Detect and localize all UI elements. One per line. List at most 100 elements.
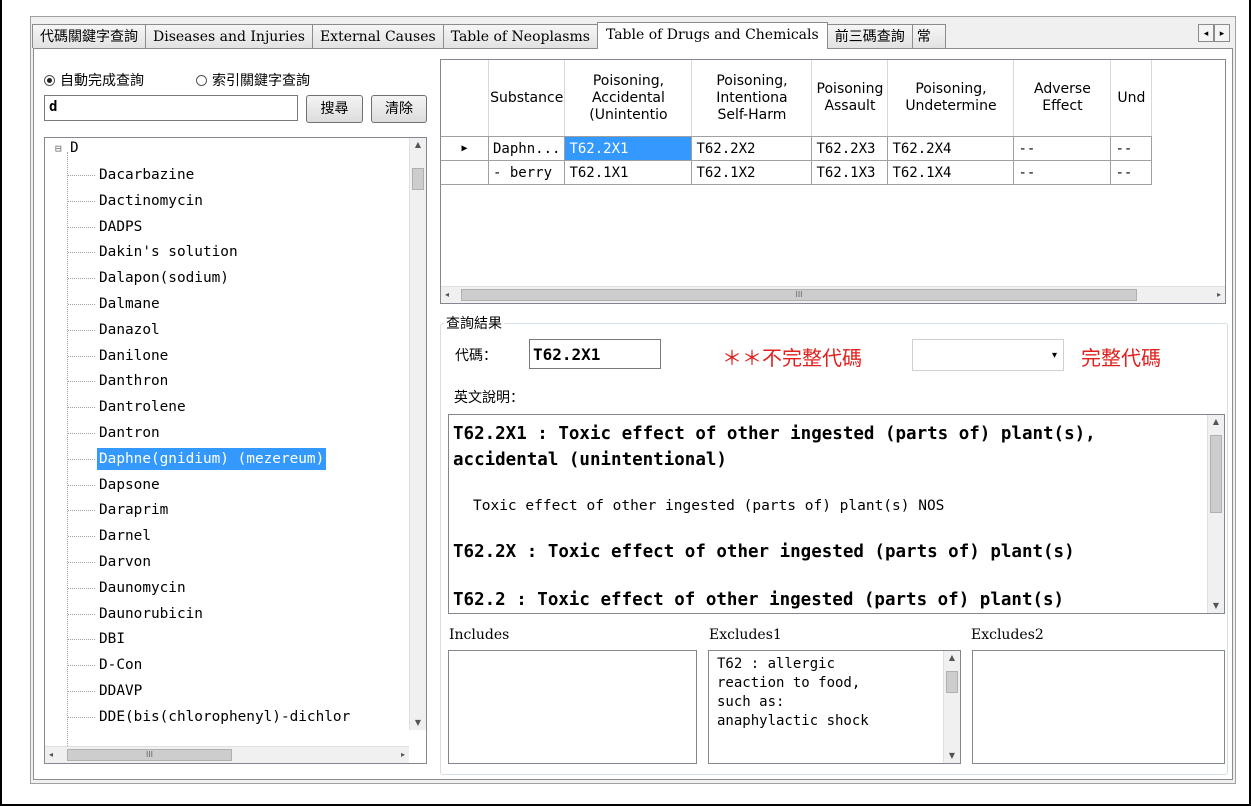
tree-vertical-scrollbar[interactable]: ▲ ▼ xyxy=(409,138,426,730)
tree-item[interactable]: Dacarbazine xyxy=(97,164,196,186)
tree-item[interactable]: Darnel xyxy=(97,525,153,547)
tree-branch-line xyxy=(68,355,95,357)
tree-item[interactable]: Daphne(gnidium) (mezereum) xyxy=(97,447,327,470)
tree-item[interactable]: DADPS xyxy=(97,216,144,238)
row-indicator-icon[interactable] xyxy=(441,160,489,185)
english-description-box[interactable]: T62.2X1 : Toxic effect of other ingested… xyxy=(448,414,1225,614)
excludes1-scroll-down-icon[interactable]: ▼ xyxy=(944,749,960,763)
code-input[interactable]: T62.2X1 xyxy=(529,339,661,369)
excludes1-text: T62 : allergic reaction to food, such as… xyxy=(717,656,869,729)
grid-cell[interactable]: -- xyxy=(1110,160,1153,185)
column-header-underdosing[interactable]: Und xyxy=(1110,60,1153,137)
search-input[interactable]: d xyxy=(44,95,298,121)
scroll-left-icon[interactable]: ◂ xyxy=(49,748,53,762)
collapse-icon[interactable]: ⊟ xyxy=(55,142,62,155)
excludes2-box[interactable] xyxy=(972,650,1225,764)
desc-scroll-down-icon[interactable]: ▼ xyxy=(1208,599,1224,613)
tree-branch-line xyxy=(68,562,95,563)
tree-item[interactable]: DBI xyxy=(97,628,127,650)
grid-cell[interactable]: T62.1X3 xyxy=(811,160,889,185)
tree-item[interactable]: Daraprim xyxy=(97,499,170,521)
grid-row[interactable]: - berry T62.1X1 T62.1X2 T62.1X3 T62.1X4 -- -- xyxy=(441,160,1153,185)
column-header-adverse-effect[interactable]: Adverse Effect xyxy=(1013,60,1112,137)
row-indicator-icon[interactable]: ▶ xyxy=(441,136,489,161)
excludes1-box[interactable]: T62 : allergic reaction to food, such as… xyxy=(708,650,961,764)
tree-item[interactable]: Dantron xyxy=(97,422,162,444)
tree-branch-line xyxy=(68,691,95,692)
grid-scroll-left-icon[interactable]: ◂ xyxy=(445,288,449,302)
drugs-grid[interactable]: Substance Poisoning, Accidental (Uninten… xyxy=(440,59,1226,304)
tree-item[interactable]: Danthron xyxy=(97,370,170,392)
scroll-up-icon[interactable]: ▲ xyxy=(410,138,426,152)
grid-cell[interactable]: Daphn... xyxy=(488,136,566,161)
column-header-undetermined[interactable]: Poisoning, Undetermine xyxy=(887,60,1015,137)
tree-item[interactable]: Daunomycin xyxy=(97,577,188,599)
tab-code-keyword[interactable]: 代碼關鍵字查詢 xyxy=(32,24,146,48)
excludes1-scroll-up-icon[interactable]: ▲ xyxy=(944,651,960,665)
scroll-right-icon[interactable]: ▸ xyxy=(401,748,405,762)
grid-horizontal-scrollbar[interactable]: ◂ III ▸ xyxy=(441,286,1225,303)
excludes1-label: Excludes1 xyxy=(709,627,782,643)
grid-cell[interactable]: - berry xyxy=(488,160,566,185)
search-button[interactable]: 搜尋 xyxy=(306,95,363,123)
tab-neoplasms[interactable]: Table of Neoplasms xyxy=(442,24,598,48)
tree-item[interactable]: Dactinomycin xyxy=(97,190,205,212)
tree-item[interactable]: Dapsone xyxy=(97,474,162,496)
grid-cell[interactable]: -- xyxy=(1013,160,1112,185)
grid-cell[interactable]: T62.1X2 xyxy=(691,160,813,185)
tab-first-three-codes[interactable]: 前三碼查詢 xyxy=(826,24,913,48)
column-header-substance[interactable]: Substance xyxy=(488,60,566,137)
tree-branch-line xyxy=(68,252,95,254)
tree-item[interactable]: DDE(bis(chlorophenyl)-dichlor xyxy=(97,706,352,728)
grid-cell[interactable]: -- xyxy=(1013,136,1112,161)
grid-cell[interactable]: -- xyxy=(1110,136,1153,161)
tab-diseases-injuries[interactable]: Diseases and Injuries xyxy=(145,24,313,48)
tree-item[interactable]: Danilone xyxy=(97,345,170,367)
includes-box[interactable] xyxy=(448,650,697,764)
grid-cell[interactable]: T62.2X3 xyxy=(811,136,889,161)
column-header-intentional[interactable]: Poisoning, Intentiona Self-Harm xyxy=(691,60,813,137)
desc-scroll-up-icon[interactable]: ▲ xyxy=(1208,415,1224,429)
tree-scroll-thumb[interactable] xyxy=(412,168,424,190)
radio-autocomplete[interactable]: 自動完成查詢 xyxy=(44,70,144,90)
tree-item[interactable]: Daunorubicin xyxy=(97,603,205,625)
chevron-down-icon[interactable]: ▾ xyxy=(1052,350,1057,361)
complete-code-dropdown[interactable]: ▾ xyxy=(912,339,1064,371)
tree-horizontal-scrollbar[interactable]: ◂ III ▸ xyxy=(45,746,409,763)
tree-item[interactable]: Dakin's solution xyxy=(97,241,240,263)
tab-scroll-right-icon[interactable]: ▸ xyxy=(1214,24,1230,42)
grid-scroll-right-icon[interactable]: ▸ xyxy=(1217,288,1221,302)
desc-note: Toxic effect of other ingested (parts of… xyxy=(473,498,945,514)
grid-cell[interactable]: T62.1X4 xyxy=(887,160,1015,185)
tree-branch-line xyxy=(68,587,95,589)
grid-hscroll-thumb[interactable]: III xyxy=(461,289,1137,301)
grid-cell[interactable]: T62.1X1 xyxy=(564,160,693,185)
grid-cell[interactable]: T62.2X4 xyxy=(887,136,1015,161)
tab-external-causes[interactable]: External Causes xyxy=(311,24,444,48)
column-header-accidental[interactable]: Poisoning, Accidental (Unintentio xyxy=(564,60,693,137)
desc-line-1: T62.2X1 : Toxic effect of other ingested… xyxy=(453,424,1096,444)
clear-button[interactable]: 清除 xyxy=(371,95,427,123)
tree-item[interactable]: Dalapon(sodium) xyxy=(97,267,231,289)
excludes1-scroll-thumb[interactable] xyxy=(946,671,958,693)
radio-index-keyword[interactable]: 索引關鍵字查詢 xyxy=(196,70,310,90)
excludes1-scrollbar[interactable]: ▲ ▼ xyxy=(943,651,960,763)
tree-item[interactable]: Darvon xyxy=(97,551,153,573)
desc-scroll-thumb[interactable] xyxy=(1210,435,1222,513)
tab-drugs-chemicals[interactable]: Table of Drugs and Chemicals xyxy=(596,22,828,49)
keyword-tree[interactable]: ⊟ D Dacarbazine Dactinomycin DADPS Dakin's … xyxy=(44,137,427,764)
scroll-down-icon[interactable]: ▼ xyxy=(410,716,426,730)
tree-item[interactable]: DDAVP xyxy=(97,680,144,702)
grid-row[interactable]: ▶ Daphn... T62.2X1 T62.2X2 T62.2X3 T62.2X4 -- -… xyxy=(441,136,1153,161)
tree-item[interactable]: Dantrolene xyxy=(97,396,188,418)
tree-hscroll-thumb[interactable]: III xyxy=(67,749,232,761)
tree-item[interactable]: D-Con xyxy=(97,654,144,676)
tab-more[interactable]: 常 xyxy=(911,24,946,48)
desc-vertical-scrollbar[interactable]: ▲ ▼ xyxy=(1207,415,1224,613)
tree-item[interactable]: Dalmane xyxy=(97,293,162,315)
column-header-assault[interactable]: Poisoning Assault xyxy=(811,60,889,137)
grid-cell[interactable]: T62.2X2 xyxy=(691,136,813,161)
tab-scroll-left-icon[interactable]: ◂ xyxy=(1198,24,1214,42)
tree-item[interactable]: Danazol xyxy=(97,319,162,341)
grid-cell[interactable]: T62.2X1 xyxy=(564,136,693,161)
